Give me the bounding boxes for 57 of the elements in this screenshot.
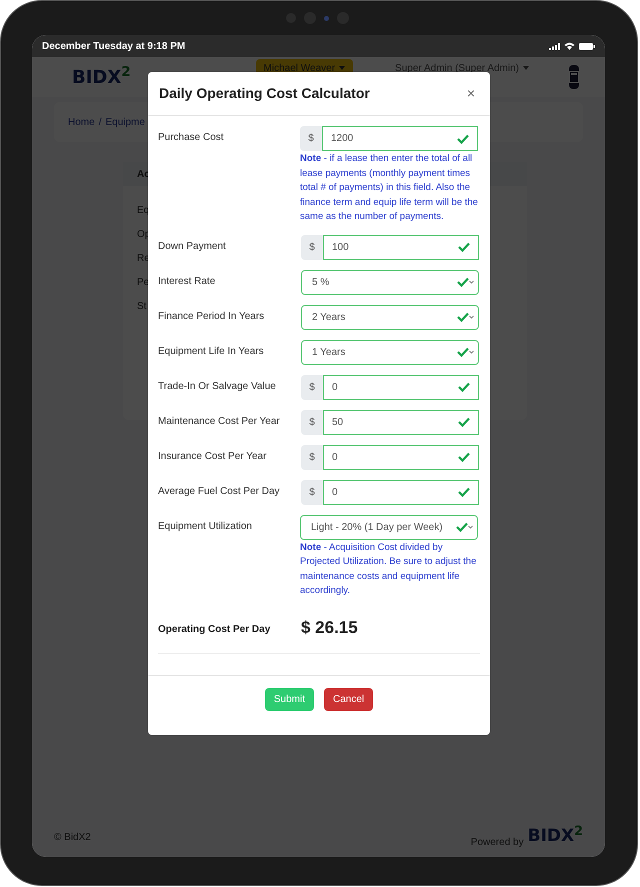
field-note: Note - Acquisition Cost divided by Projected Utilization. Be sure to adjust the maintenance costs and equipment life accordingly. [300, 540, 478, 598]
check-icon [458, 417, 470, 427]
close-button[interactable]: × [462, 83, 479, 104]
copyright-text: © BidX2 [54, 830, 91, 844]
select-field[interactable]: 1 Years [301, 340, 479, 364]
wifi-icon [564, 42, 575, 50]
check-icon [457, 347, 469, 357]
check-icon [458, 382, 470, 392]
amount-field[interactable]: 0 [323, 374, 479, 400]
chevron-icon [469, 315, 474, 319]
currency-prefix: $ [301, 444, 323, 470]
field-label: Equipment Life In Years [158, 344, 264, 358]
select-field[interactable]: 2 Years [301, 304, 479, 330]
field-label: Purchase Cost [158, 131, 224, 145]
field-label: Average Fuel Cost Per Day [158, 484, 280, 498]
battery-icon [579, 42, 595, 50]
currency-prefix: $ [301, 374, 323, 400]
chevron-icon [468, 525, 473, 529]
currency-prefix: $ [301, 410, 323, 434]
check-icon [458, 487, 470, 497]
field-label: Insurance Cost Per Year [158, 450, 266, 464]
chevron-icon [469, 350, 474, 354]
currency-prefix: $ [301, 234, 323, 260]
field-label: Interest Rate [158, 274, 216, 288]
amount-field[interactable]: 100 [323, 234, 479, 260]
currency-prefix: $ [300, 126, 322, 151]
bidx-logo: BIDX$^{2}$ [528, 824, 583, 848]
amount-field[interactable]: 1200 [322, 126, 478, 151]
check-icon [458, 452, 470, 462]
currency-prefix: $ [301, 480, 323, 504]
field-label: Equipment Utilization [158, 520, 252, 534]
check-icon [457, 312, 469, 322]
result-label: Operating Cost Per Day [158, 624, 270, 634]
amount-field[interactable]: 0 [323, 444, 479, 470]
check-icon [456, 522, 468, 532]
chevron-icon [469, 280, 474, 284]
field-label: Finance Period In Years [158, 310, 264, 324]
amount-field[interactable]: 50 [323, 410, 479, 434]
check-icon [457, 277, 469, 287]
field-label: Down Payment [158, 240, 226, 254]
field-note: Note - if a lease then enter the total of all lease payments (monthly payment times total # of payments) in this field. Also the finance term and equip life term will be the same as the number of payments. [300, 152, 479, 224]
result-value: $ 26.15 [301, 616, 358, 639]
cancel-button[interactable]: Cancel [324, 688, 374, 710]
field-label: Maintenance Cost Per Year [158, 414, 280, 428]
modal-title: Daily Operating Cost Calculator [159, 84, 370, 103]
breadcrumb-item: / [98, 116, 102, 130]
select-field[interactable]: Light - 20% (1 Day per Week) [300, 514, 478, 540]
status-time: December Tuesday at 9:18 PM [42, 40, 186, 54]
bidx-logo: BIDX$^{2}$ [72, 64, 131, 90]
amount-field[interactable]: 0 [323, 480, 479, 504]
check-icon [458, 242, 470, 252]
field-label: Trade-In Or Salvage Value [158, 380, 276, 394]
check-icon [457, 134, 469, 144]
card-label: St [137, 300, 146, 314]
signal-icon [549, 42, 560, 50]
select-field[interactable]: 5 % [301, 270, 479, 294]
powered-by-text: Powered by [470, 836, 524, 850]
